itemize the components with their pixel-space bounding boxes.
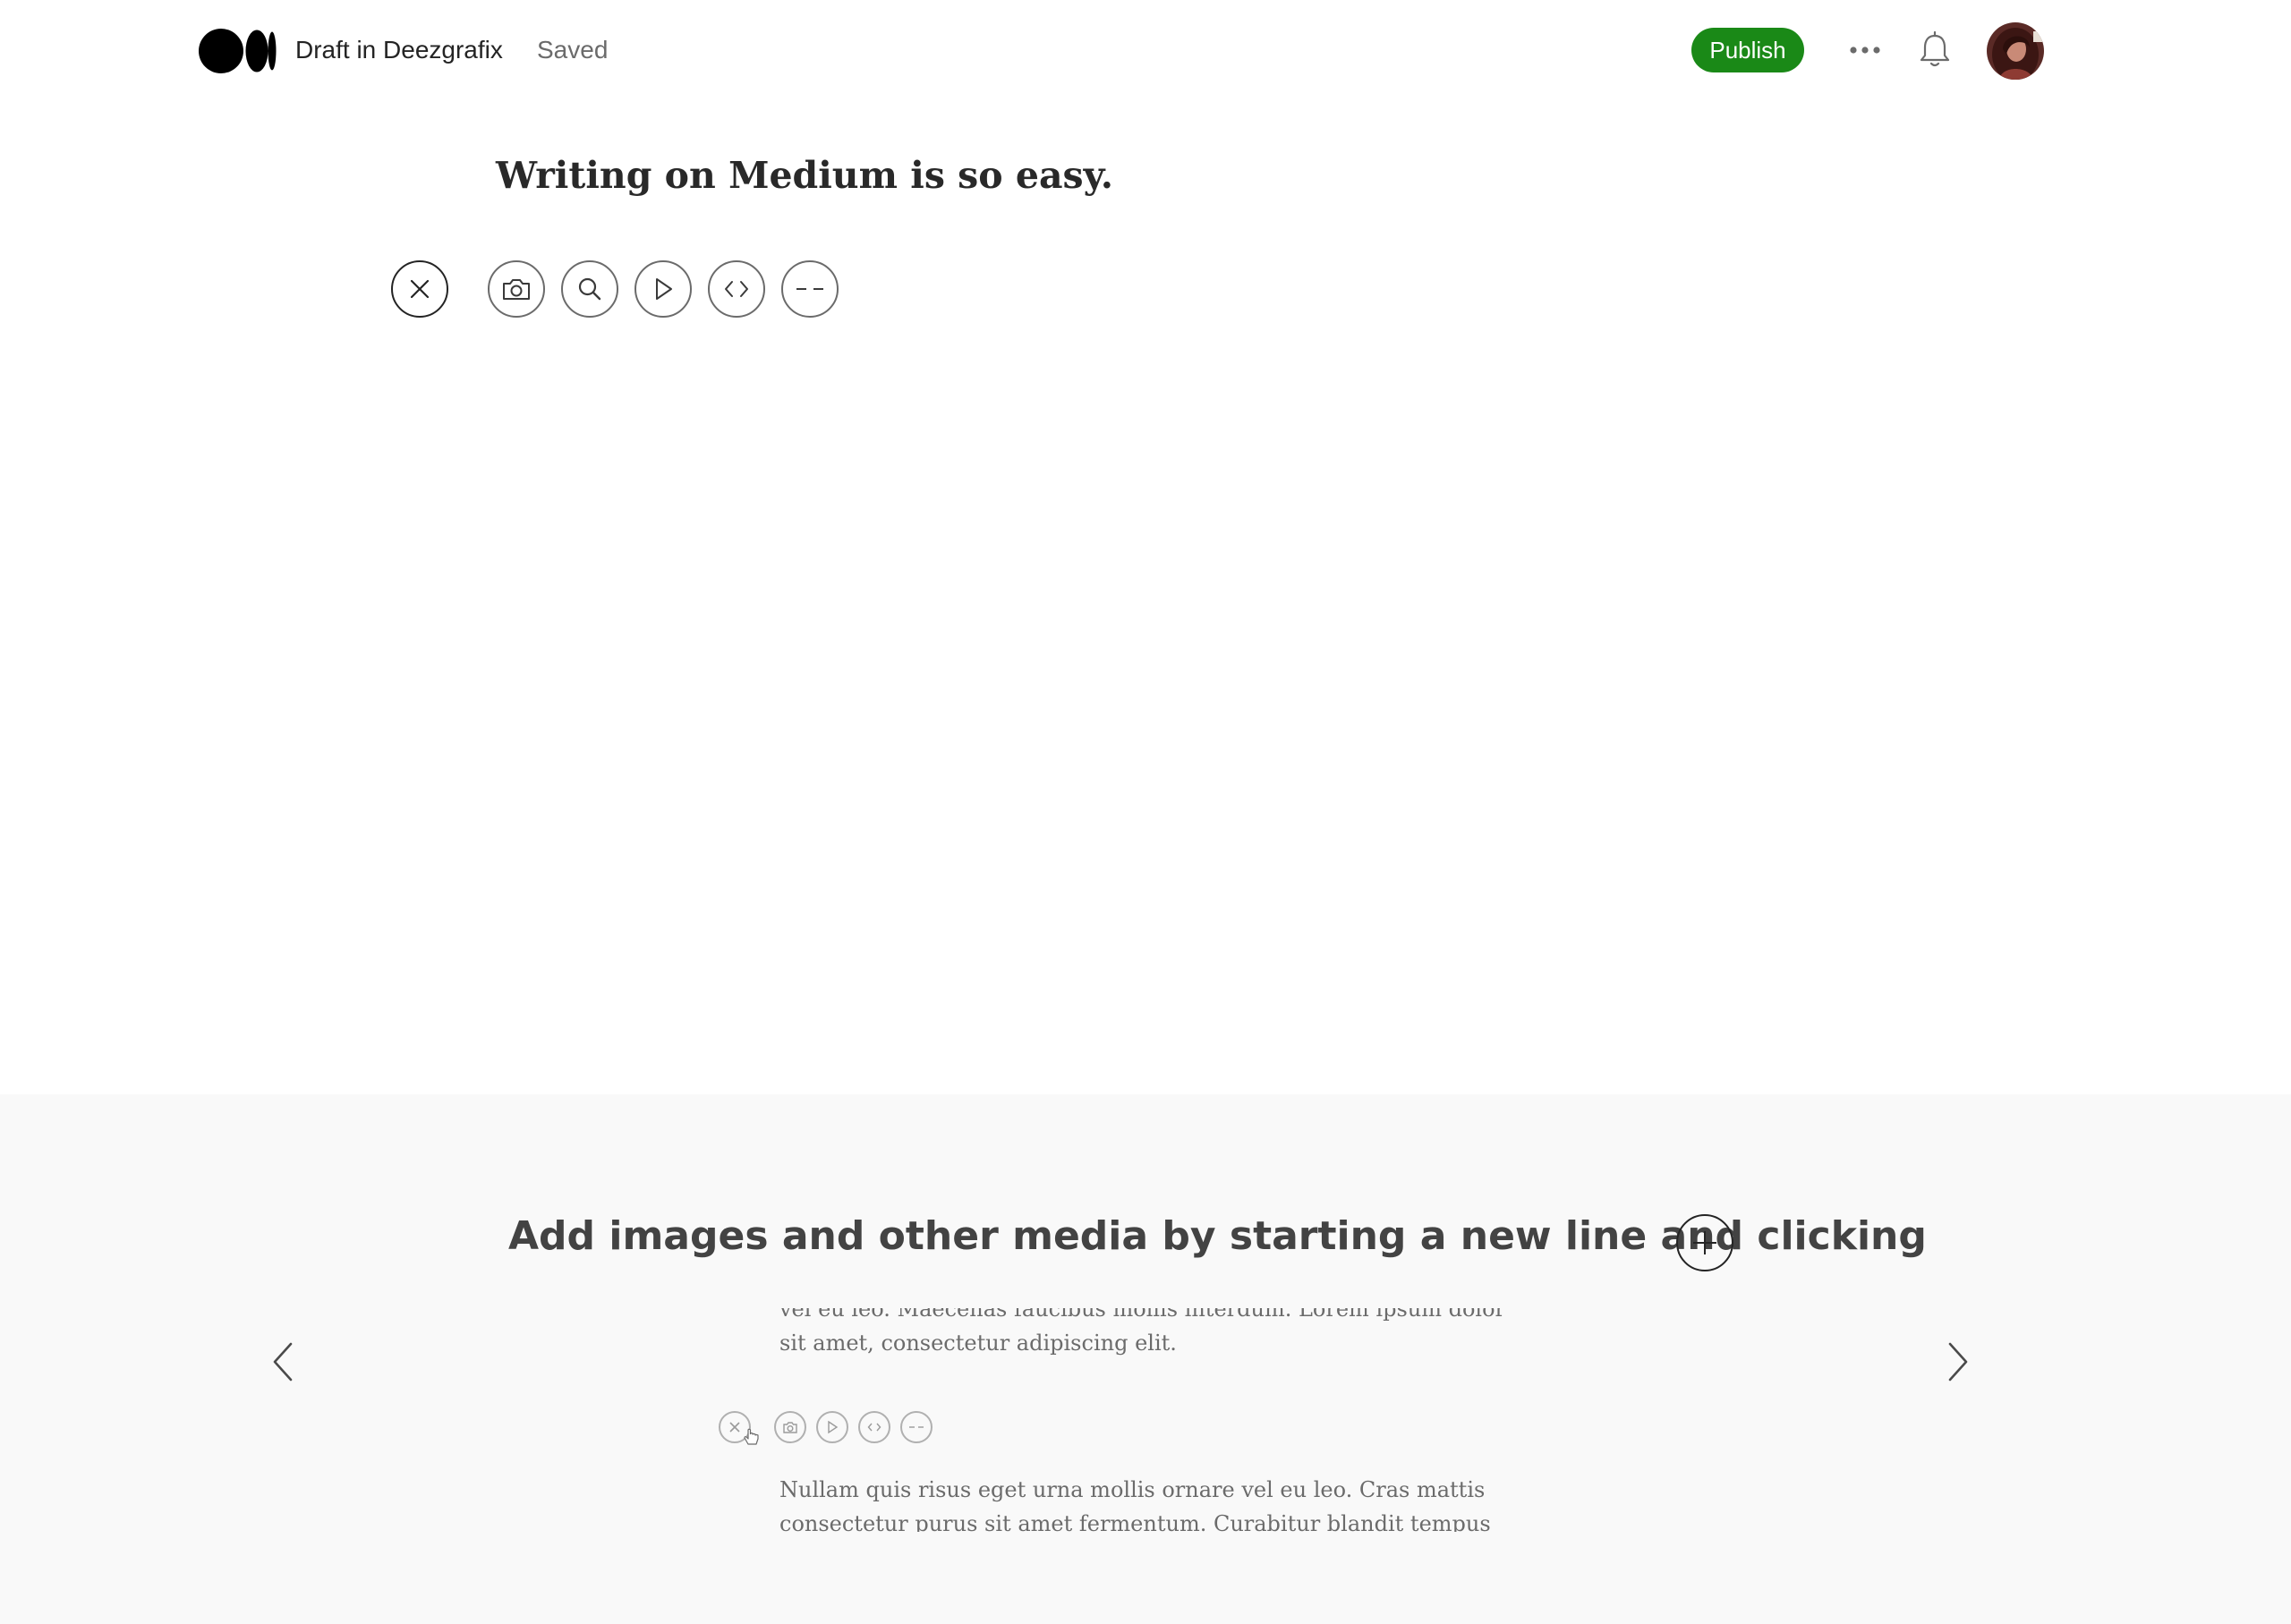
preview-embed-button — [858, 1411, 890, 1443]
code-icon — [867, 1423, 881, 1432]
chevron-left-icon — [273, 1342, 293, 1382]
save-status: Saved — [537, 36, 609, 64]
camera-icon — [503, 279, 530, 300]
play-icon — [828, 1420, 839, 1434]
camera-icon — [783, 1422, 797, 1433]
hand-cursor-icon — [743, 1428, 761, 1452]
play-icon — [656, 278, 672, 300]
dashes-icon — [909, 1426, 924, 1428]
add-image-button[interactable] — [488, 260, 545, 318]
top-bar: Draft in Deezgrafix Saved Publish — [0, 0, 2291, 100]
preview-image-button — [774, 1411, 806, 1443]
draft-title: Draft in Deezgrafix — [295, 36, 503, 64]
notifications-button[interactable] — [1916, 30, 1954, 70]
more-options-button[interactable] — [1847, 32, 1883, 68]
avatar[interactable] — [1987, 22, 2044, 80]
code-icon — [725, 281, 748, 297]
add-embed-button[interactable] — [708, 260, 765, 318]
publish-button[interactable]: Publish — [1691, 28, 1804, 72]
next-slide-button[interactable] — [1940, 1335, 1976, 1389]
close-icon — [729, 1422, 740, 1433]
dashes-icon — [796, 288, 823, 290]
search-icon — [578, 277, 601, 301]
preview-video-button — [816, 1411, 848, 1443]
plus-icon — [1676, 1214, 1733, 1271]
add-separator-button[interactable] — [781, 260, 839, 318]
preview-separator-button — [900, 1411, 933, 1443]
tutorial-preview: vel eu leo. Maecenas faucibus mollis int… — [698, 1308, 1593, 1532]
preview-paragraph-bottom: Nullam quis risus eget urna mollis ornar… — [779, 1477, 1491, 1532]
medium-logo-icon[interactable] — [199, 29, 277, 73]
add-video-button[interactable] — [634, 260, 692, 318]
chevron-right-icon — [1948, 1342, 1968, 1382]
more-horizontal-icon — [1850, 47, 1880, 54]
add-unsplash-image-button[interactable] — [561, 260, 618, 318]
preview-paragraph-top: vel eu leo. Maecenas faucibus mollis int… — [779, 1308, 1506, 1356]
user-avatar — [1987, 22, 2044, 80]
bell-icon — [1920, 30, 1950, 67]
story-title[interactable]: Writing on Medium is so easy. — [496, 149, 1113, 202]
close-insert-button[interactable] — [391, 260, 448, 318]
close-icon — [410, 279, 430, 299]
previous-slide-button[interactable] — [265, 1335, 301, 1389]
